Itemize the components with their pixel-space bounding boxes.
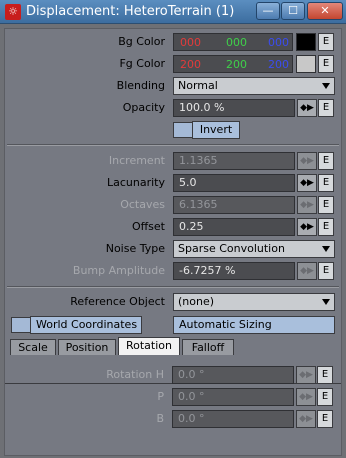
bg-color-envelope-button[interactable]: E <box>318 33 334 51</box>
tab-position[interactable]: Position <box>58 339 116 355</box>
reference-object-dropdown[interactable]: (none) <box>173 293 335 311</box>
fg-color-swatch[interactable] <box>296 55 316 73</box>
opacity-envelope-button[interactable]: E <box>318 99 334 117</box>
rotation-h-label: Rotation H <box>106 368 164 381</box>
offset-field[interactable]: 0.25 <box>173 218 295 236</box>
bump-amplitude-field[interactable]: -6.7257 % <box>173 262 295 280</box>
bg-color-values[interactable]: 000 000 000 <box>173 33 293 51</box>
world-coordinates-checkbox[interactable] <box>11 317 31 333</box>
rotation-b-drag-button[interactable]: ◆▶ <box>296 410 316 428</box>
octaves-label: Octaves <box>120 198 165 211</box>
lacunarity-field[interactable]: 5.0 <box>173 174 295 192</box>
fg-color-values[interactable]: 200 200 200 <box>173 55 293 73</box>
bg-color-label: Bg Color <box>118 35 165 48</box>
window-title: Displacement: HeteroTerrain (1) <box>26 4 235 19</box>
increment-envelope-button[interactable]: E <box>318 152 334 170</box>
bg-color-swatch[interactable] <box>296 33 316 51</box>
rotation-p-drag-button[interactable]: ◆▶ <box>296 388 316 406</box>
bg-color-green[interactable]: 000 <box>226 35 247 51</box>
octaves-drag-button[interactable]: ◆▶ <box>297 196 317 214</box>
world-coordinates-button[interactable]: World Coordinates <box>30 316 142 334</box>
fg-color-blue[interactable]: 200 <box>268 57 289 73</box>
increment-field[interactable]: 1.1365 <box>173 152 295 170</box>
fg-color-red[interactable]: 200 <box>180 57 201 73</box>
rotation-p-envelope-button[interactable]: E <box>317 388 333 406</box>
bump-amplitude-drag-button[interactable]: ◆▶ <box>297 262 317 280</box>
rotation-h-drag-button[interactable]: ◆▶ <box>296 366 316 384</box>
blending-dropdown[interactable]: Normal <box>173 77 335 95</box>
opacity-label: Opacity <box>122 101 165 114</box>
noise-type-value: Sparse Convolution <box>178 242 285 255</box>
rotation-b-field[interactable]: 0.0 ° <box>172 410 294 428</box>
rotation-h-field[interactable]: 0.0 ° <box>172 366 294 384</box>
rotation-b-envelope-button[interactable]: E <box>317 410 333 428</box>
window-titlebar[interactable]: ☼ Displacement: HeteroTerrain (1) — ☐ ✕ <box>0 0 346 24</box>
opacity-drag-button[interactable]: ◆▶ <box>297 99 317 117</box>
bg-color-red[interactable]: 000 <box>180 35 201 51</box>
tab-rotation[interactable]: Rotation <box>118 337 180 355</box>
rotation-b-label: B <box>156 412 164 425</box>
chevron-down-icon <box>322 83 330 89</box>
fg-color-envelope-button[interactable]: E <box>318 55 334 73</box>
automatic-sizing-button[interactable]: Automatic Sizing <box>173 316 335 334</box>
increment-drag-button[interactable]: ◆▶ <box>297 152 317 170</box>
reference-object-label: Reference Object <box>70 295 165 308</box>
offset-drag-button[interactable]: ◆▶ <box>297 218 317 236</box>
bump-amplitude-label: Bump Amplitude <box>72 264 165 277</box>
rotation-p-field[interactable]: 0.0 ° <box>172 388 294 406</box>
app-icon: ☼ <box>5 4 21 20</box>
lacunarity-envelope-button[interactable]: E <box>318 174 334 192</box>
chevron-down-icon <box>322 299 330 305</box>
noise-type-label: Noise Type <box>105 242 165 255</box>
fg-color-label: Fg Color <box>119 57 165 70</box>
reference-object-value: (none) <box>178 295 215 308</box>
increment-label: Increment <box>108 154 165 167</box>
octaves-envelope-button[interactable]: E <box>318 196 334 214</box>
separator <box>7 286 339 288</box>
close-button[interactable]: ✕ <box>307 2 343 20</box>
bg-color-blue[interactable]: 000 <box>268 35 289 51</box>
lacunarity-label: Lacunarity <box>106 176 165 189</box>
offset-envelope-button[interactable]: E <box>318 218 334 236</box>
lacunarity-drag-button[interactable]: ◆▶ <box>297 174 317 192</box>
tab-scale[interactable]: Scale <box>10 339 56 355</box>
rotation-h-envelope-button[interactable]: E <box>317 366 333 384</box>
chevron-down-icon <box>322 246 330 252</box>
invert-checkbox[interactable] <box>173 122 193 138</box>
blending-label: Blending <box>116 79 165 92</box>
minimize-button[interactable]: — <box>256 2 280 20</box>
rotation-p-label: P <box>157 390 164 403</box>
tab-falloff[interactable]: Falloff <box>182 339 234 355</box>
octaves-field[interactable]: 6.1365 <box>173 196 295 214</box>
blending-value: Normal <box>178 79 218 92</box>
opacity-field[interactable]: 100.0 % <box>173 99 295 117</box>
bump-amplitude-envelope-button[interactable]: E <box>318 262 334 280</box>
maximize-button[interactable]: ☐ <box>281 2 305 20</box>
separator <box>7 144 339 146</box>
noise-type-dropdown[interactable]: Sparse Convolution <box>173 240 335 258</box>
fg-color-green[interactable]: 200 <box>226 57 247 73</box>
invert-button[interactable]: Invert <box>192 121 240 139</box>
offset-label: Offset <box>131 220 165 233</box>
